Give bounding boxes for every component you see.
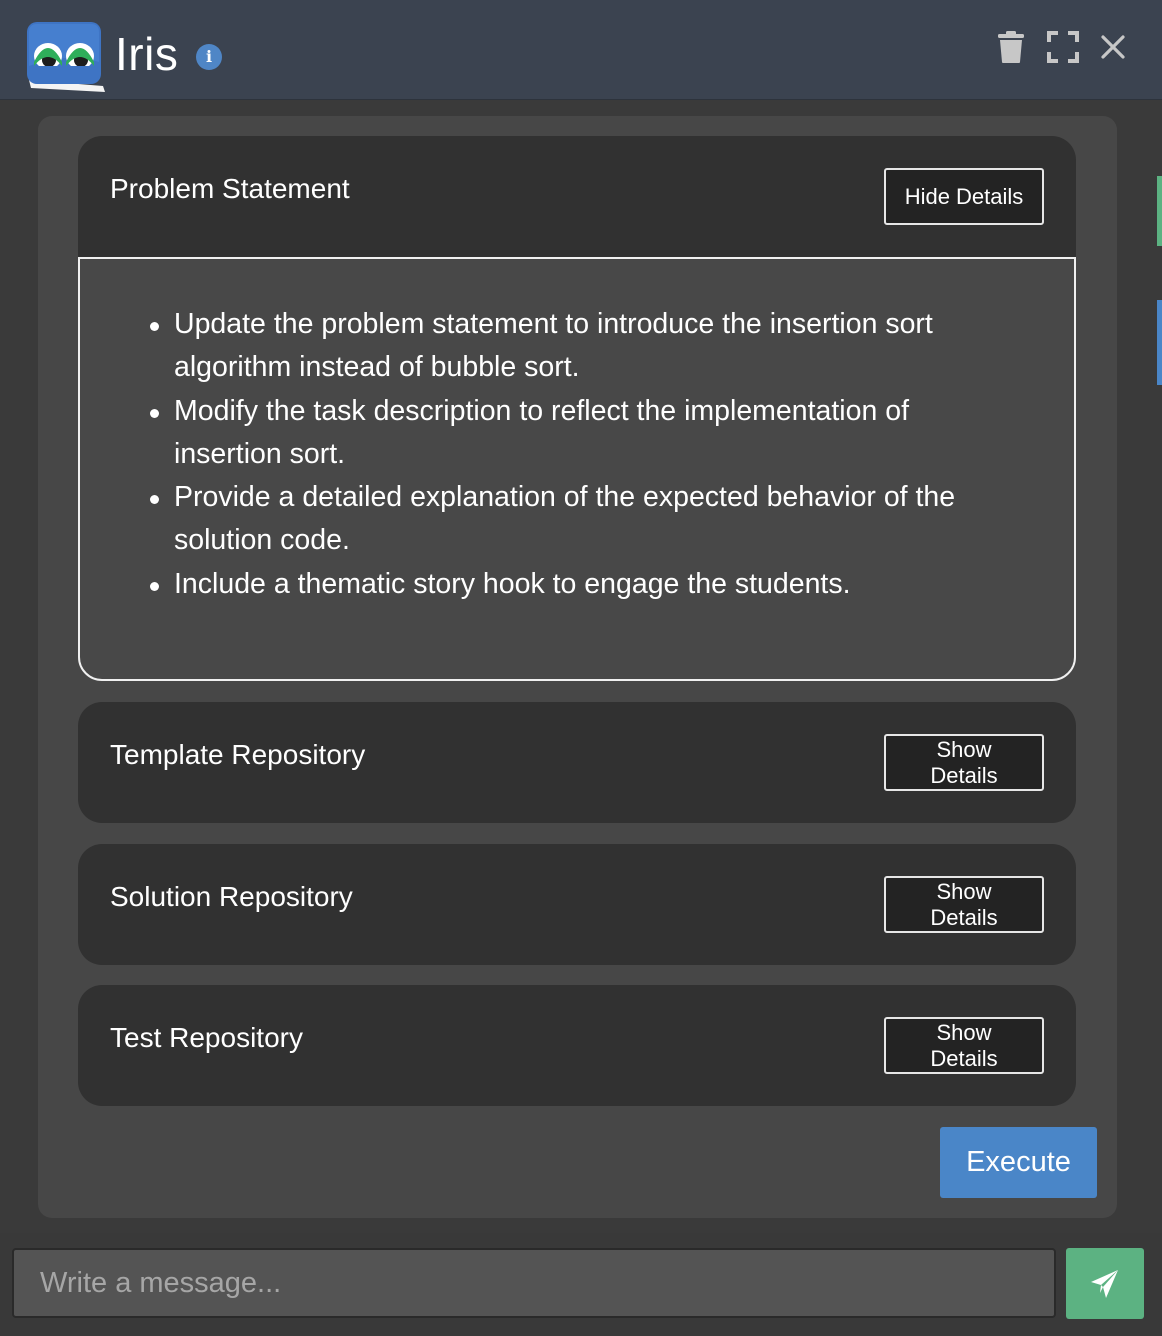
paper-plane-icon (1091, 1269, 1118, 1298)
send-button[interactable] (1066, 1248, 1144, 1319)
list-item: Update the problem statement to introduc… (150, 303, 1010, 390)
background-edge (1157, 300, 1162, 385)
card-title: Problem Statement (110, 173, 350, 204)
background-edge (1157, 176, 1162, 246)
card-test-repository: Test Repository Show Details (78, 985, 1076, 1106)
close-icon[interactable] (1095, 28, 1131, 66)
message-input[interactable] (12, 1248, 1056, 1318)
iris-logo-icon (27, 22, 105, 92)
show-details-button[interactable]: Show Details (884, 734, 1044, 791)
card-title: Solution Repository (110, 881, 353, 912)
card-solution-repository: Solution Repository Show Details (78, 844, 1076, 965)
card-title: Test Repository (110, 1022, 303, 1053)
chat-title: Iris (115, 28, 179, 80)
problem-statement-details: Update the problem statement to introduc… (78, 257, 1076, 681)
iris-chat-window: Iris i Problem Statement Hide Details Up… (0, 0, 1162, 1336)
message-composer (0, 1233, 1162, 1336)
info-icon[interactable]: i (196, 44, 222, 70)
show-details-button[interactable]: Show Details (884, 876, 1044, 933)
list-item: Include a thematic story hook to engage … (150, 563, 1010, 606)
execute-button[interactable]: Execute (940, 1127, 1097, 1198)
card-problem-statement: Problem Statement Hide Details (78, 136, 1076, 258)
fullscreen-icon[interactable] (1045, 28, 1081, 66)
show-details-button[interactable]: Show Details (884, 1017, 1044, 1074)
plan-panel: Problem Statement Hide Details Update th… (38, 116, 1117, 1218)
chat-header: Iris i (0, 0, 1162, 100)
card-template-repository: Template Repository Show Details (78, 702, 1076, 823)
trash-icon[interactable] (993, 28, 1029, 66)
details-list: Update the problem statement to introduc… (150, 303, 1010, 606)
list-item: Provide a detailed explanation of the ex… (150, 476, 1010, 563)
hide-details-button[interactable]: Hide Details (884, 168, 1044, 225)
list-item: Modify the task description to reflect t… (150, 390, 1010, 477)
card-title: Template Repository (110, 739, 366, 770)
